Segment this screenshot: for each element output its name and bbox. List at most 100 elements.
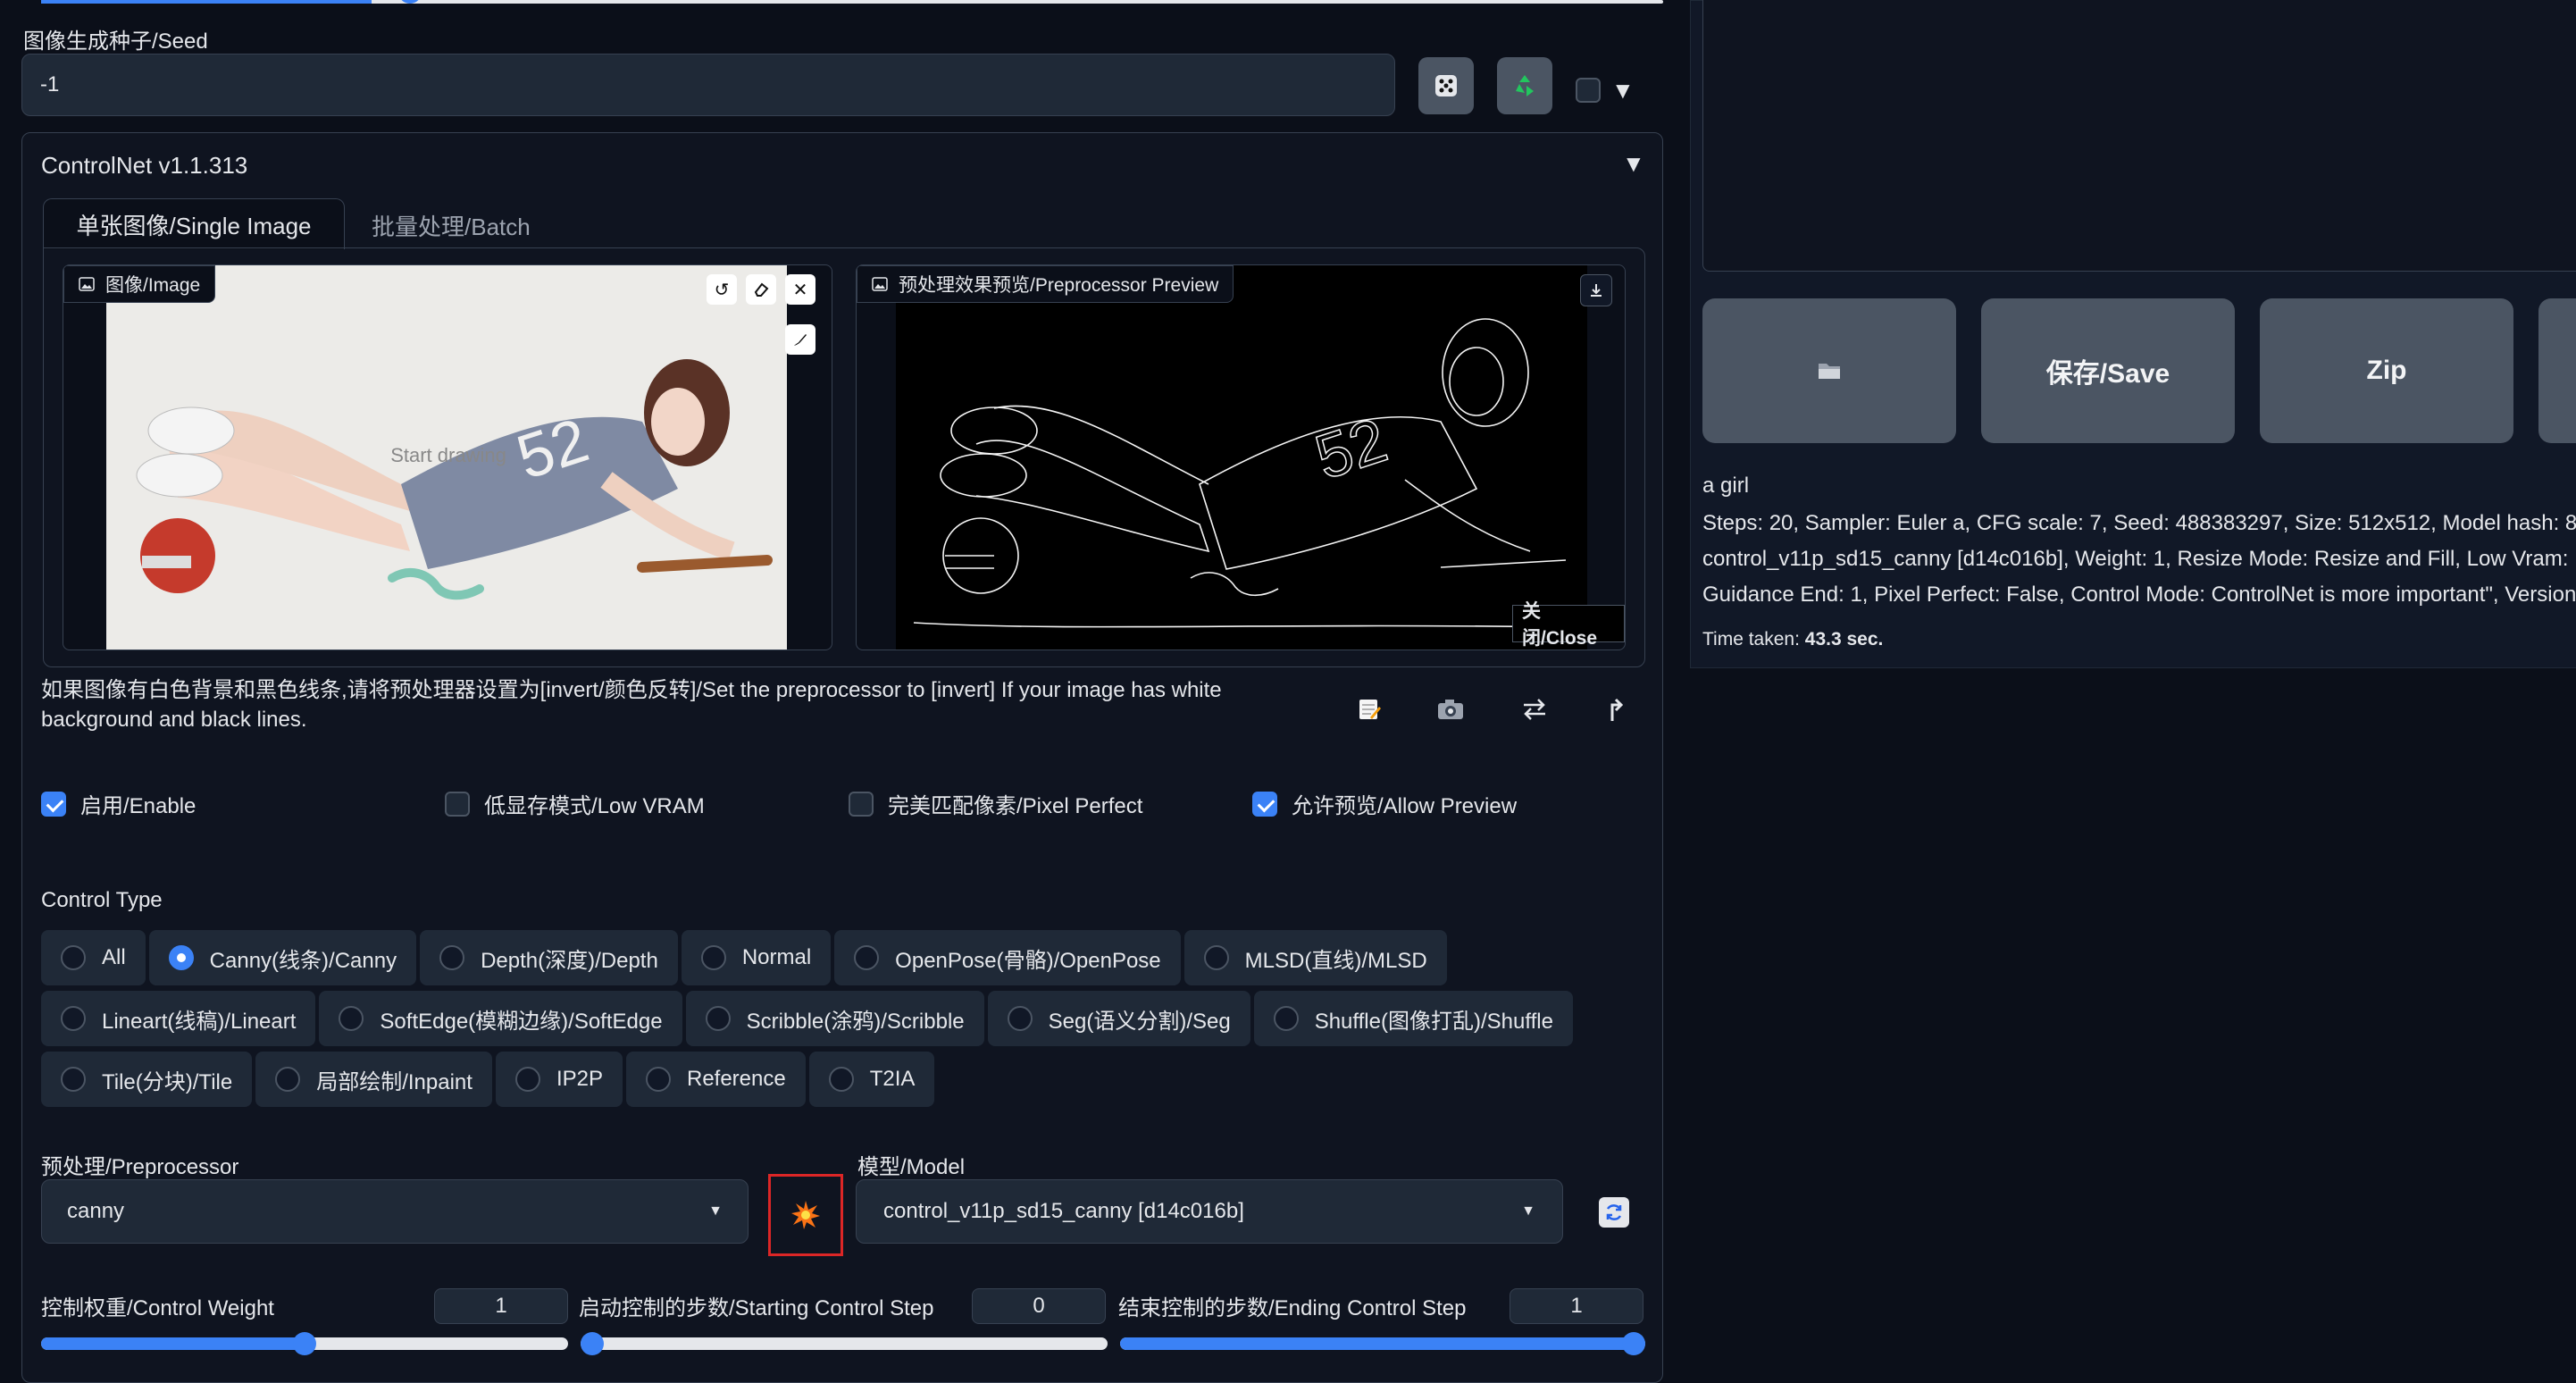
control-weight-value: 1 [495, 1294, 507, 1318]
starting-step-thumb[interactable] [581, 1332, 604, 1355]
mirror-webcam-button[interactable] [1515, 690, 1554, 729]
model-value: control_v11p_sd15_canny [d14c016b] [883, 1199, 1244, 1223]
model-dropdown[interactable]: control_v11p_sd15_canny [d14c016b] ▼ [856, 1179, 1563, 1244]
control-type-softedge[interactable]: SoftEdge(模糊边缘)/SoftEdge [319, 991, 682, 1046]
radio-tile[interactable] [61, 1067, 86, 1092]
control-weight-slider[interactable] [41, 1332, 568, 1355]
radio-t2ia[interactable] [828, 1067, 854, 1092]
top-slider[interactable] [41, 0, 1663, 4]
control-type-shuffle-label: Shuffle(图像打乱)/Shuffle [1314, 1009, 1553, 1034]
seed-label: 图像生成种子/Seed [23, 29, 208, 54]
random-seed-button[interactable] [1418, 57, 1474, 114]
control-type-depth[interactable]: Depth(深度)/Depth [420, 930, 678, 985]
control-type-mlsd[interactable]: MLSD(直线)/MLSD [1183, 930, 1447, 985]
control-type-openpose[interactable]: OpenPose(骨骼)/OpenPose [834, 930, 1181, 985]
reuse-seed-button[interactable] [1497, 57, 1552, 114]
seed-input[interactable]: -1 [21, 54, 1395, 116]
seed-extra-checkbox[interactable] [1576, 78, 1601, 103]
control-type-seg[interactable]: Seg(语义分割)/Seg [987, 991, 1250, 1046]
preprocessor-label: 预处理/Preprocessor [41, 1155, 239, 1179]
control-type-normal[interactable]: Normal [681, 930, 832, 985]
chevron-down-icon: ▼ [1521, 1203, 1535, 1219]
invert-hint-line2: background and black lines. [41, 708, 307, 732]
next-output-button[interactable] [2538, 298, 2576, 443]
radio-canny[interactable] [168, 945, 194, 970]
image-input-canvas[interactable]: 52 Start drawing 图像/Image ↺ ✕ [63, 264, 832, 650]
zip-button[interactable]: Zip [2260, 298, 2513, 443]
radio-seg[interactable] [1007, 1006, 1033, 1031]
arrow-up-right-icon [1610, 698, 1624, 721]
radio-softedge[interactable] [339, 1006, 364, 1031]
controlnet-title[interactable]: ControlNet v1.1.313 [41, 152, 247, 180]
preprocessor-dropdown[interactable]: canny ▼ [41, 1179, 749, 1244]
controlnet-collapse-icon[interactable]: ▼ [1622, 150, 1645, 178]
starting-step-slider[interactable] [581, 1332, 1108, 1355]
control-weight-input[interactable]: 1 [434, 1288, 568, 1324]
close-preview-button[interactable]: 关闭/Close [1512, 601, 1625, 649]
enable-option[interactable]: 启用/Enable [41, 788, 196, 819]
preview-image: 52 [896, 265, 1587, 650]
low-vram-option[interactable]: 低显存模式/Low VRAM [445, 788, 705, 819]
allow-preview-checkbox[interactable] [1252, 791, 1277, 817]
radio-depth[interactable] [439, 945, 465, 970]
control-type-softedge-label: SoftEdge(模糊边缘)/SoftEdge [380, 1009, 663, 1034]
enable-label: 启用/Enable [80, 794, 197, 818]
download-preview-button[interactable] [1580, 274, 1612, 306]
radio-shuffle[interactable] [1273, 1006, 1299, 1031]
pixel-perfect-checkbox[interactable] [849, 791, 874, 817]
dice-icon [1435, 75, 1457, 96]
control-type-tile[interactable]: Tile(分块)/Tile [41, 1052, 253, 1107]
allow-preview-option[interactable]: 允许预览/Allow Preview [1252, 788, 1517, 819]
control-type-ip2p[interactable]: IP2P [495, 1052, 623, 1107]
control-type-inpaint[interactable]: 局部绘制/Inpaint [255, 1052, 492, 1107]
output-info-line1: Steps: 20, Sampler: Euler a, CFG scale: … [1702, 511, 2576, 535]
control-type-reference[interactable]: Reference [625, 1052, 806, 1107]
clear-image-button[interactable]: ✕ [785, 274, 815, 305]
low-vram-checkbox[interactable] [445, 791, 470, 817]
control-weight-thumb[interactable] [293, 1332, 316, 1355]
explosion-icon [791, 1201, 820, 1229]
radio-openpose[interactable] [854, 945, 880, 970]
radio-scribble[interactable] [705, 1006, 731, 1031]
radio-ip2p[interactable] [514, 1067, 540, 1092]
webcam-button[interactable] [1431, 690, 1470, 729]
seed-extra-toggle-icon[interactable]: ▼ [1611, 77, 1635, 105]
brush-button[interactable] [785, 324, 815, 355]
ending-step-thumb[interactable] [1622, 1332, 1645, 1355]
open-folder-button[interactable] [1702, 298, 1956, 443]
refresh-models-button[interactable] [1599, 1197, 1629, 1228]
control-type-canny[interactable]: Canny(线条)/Canny [148, 930, 417, 985]
control-type-scribble[interactable]: Scribble(涂鸦)/Scribble [685, 991, 984, 1046]
radio-all[interactable] [61, 945, 86, 970]
undo-button[interactable]: ↺ [707, 274, 737, 305]
image-label-tag: 图像/Image [63, 265, 216, 303]
enable-checkbox[interactable] [41, 791, 66, 817]
starting-step-input[interactable]: 0 [972, 1288, 1106, 1324]
output-gallery[interactable] [1702, 0, 2576, 272]
invert-hint-line1: 如果图像有白色背景和黑色线条,请将预处理器设置为[invert/颜色反转]/Se… [41, 678, 1222, 702]
radio-inpaint[interactable] [275, 1067, 301, 1092]
control-type-seg-label: Seg(语义分割)/Seg [1048, 1009, 1231, 1034]
starting-step-label: 启动控制的步数/Starting Control Step [579, 1296, 934, 1320]
control-type-lineart[interactable]: Lineart(线稿)/Lineart [41, 991, 316, 1046]
eraser-button[interactable] [746, 274, 776, 305]
ending-step-input[interactable]: 1 [1510, 1288, 1643, 1324]
radio-normal[interactable] [700, 945, 726, 970]
radio-reference[interactable] [645, 1067, 671, 1092]
control-type-t2ia[interactable]: T2IA [808, 1052, 935, 1107]
control-type-openpose-label: OpenPose(骨骼)/OpenPose [895, 948, 1161, 973]
run-preprocessor-button[interactable] [768, 1174, 843, 1256]
save-button[interactable]: 保存/Save [1981, 298, 2235, 443]
open-canvas-button[interactable] [1349, 690, 1388, 729]
pixel-perfect-option[interactable]: 完美匹配像素/Pixel Perfect [849, 788, 1142, 819]
control-type-all[interactable]: All [41, 930, 146, 985]
tab-single-image[interactable]: 单张图像/Single Image [43, 198, 345, 249]
ending-step-slider[interactable] [1120, 1332, 1645, 1355]
close-preview-label: 关闭/Close [1522, 601, 1598, 649]
tab-batch[interactable]: 批量处理/Batch [372, 209, 531, 242]
control-type-shuffle[interactable]: Shuffle(图像打乱)/Shuffle [1253, 991, 1573, 1046]
radio-mlsd[interactable] [1203, 945, 1229, 970]
send-dimensions-button[interactable] [1595, 690, 1635, 729]
zip-label: Zip [2366, 356, 2407, 385]
radio-lineart[interactable] [61, 1006, 86, 1031]
